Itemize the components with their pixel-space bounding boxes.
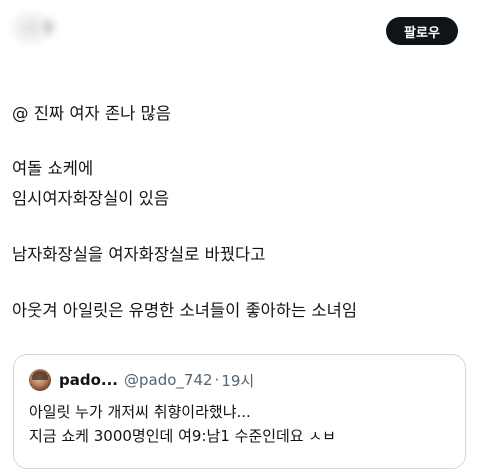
quoted-post-time[interactable]: 19시	[221, 370, 254, 391]
post: 팔로우 @ 진짜 여자 존나 많음 여돌 쇼케에 임시여자화장실이 있음 남자화…	[0, 0, 480, 475]
quoted-author-avatar[interactable]	[29, 369, 51, 391]
quoted-post[interactable]: pado... @pado_742 · 19시 아일릿 누가 개저씨 취향이라했…	[13, 354, 466, 469]
follow-button[interactable]: 팔로우	[386, 17, 458, 45]
post-text-line: @ 진짜 여자 존나 많음	[12, 104, 171, 123]
author-name-blurred	[36, 14, 60, 40]
quoted-post-header: pado... @pado_742 · 19시	[59, 369, 254, 391]
post-text-line: 임시여자화장실이 있음	[12, 189, 170, 208]
quoted-text-line: 지금 쇼케 3000명인데 여9:남1 수준인데요 ㅅㅂ	[29, 427, 336, 445]
quoted-author-name[interactable]: pado...	[59, 371, 118, 389]
post-text-line: 아웃겨 아일릿은 유명한 소녀들이 좋아하는 소녀임	[12, 301, 358, 320]
quoted-author-handle[interactable]: @pado_742	[124, 371, 213, 389]
post-header: 팔로우	[0, 0, 480, 70]
separator-dot: ·	[214, 371, 220, 389]
quoted-text-line: 아일릿 누가 개저씨 취향이라했냐...	[29, 403, 251, 421]
post-text-line: 여돌 쇼케에	[12, 159, 94, 178]
post-text-line: 남자화장실을 여자화장실로 바꿨다고	[12, 245, 266, 264]
